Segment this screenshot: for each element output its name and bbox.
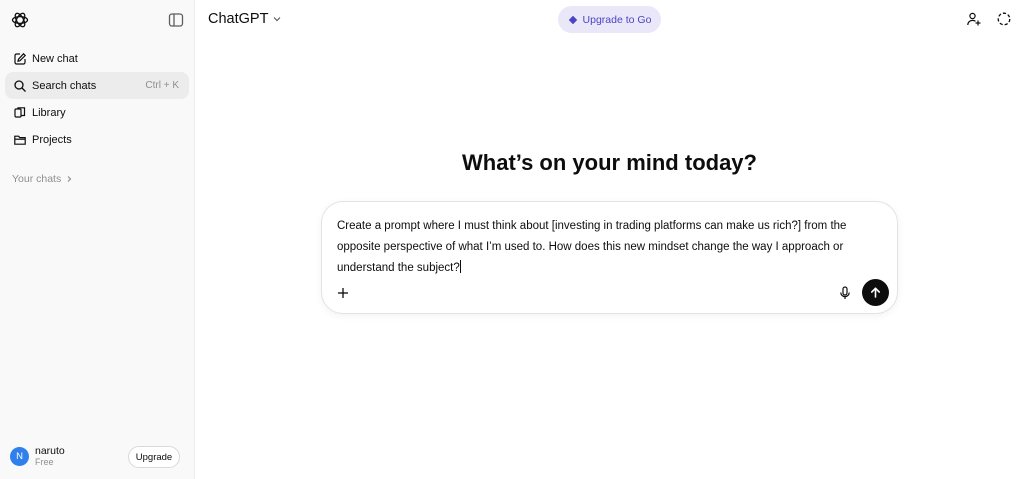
chatgpt-logo-icon[interactable]: [10, 10, 30, 30]
sidebar-item-projects[interactable]: Projects: [5, 126, 189, 153]
add-person-icon[interactable]: [966, 11, 982, 27]
upgrade-to-go-button[interactable]: Upgrade to Go: [558, 6, 661, 33]
library-icon: [13, 106, 27, 120]
main-area: ChatGPT Upgrade to Go What’s on your min…: [195, 0, 1024, 479]
section-label: Your chats: [12, 173, 62, 185]
sidebar-item-label: Library: [32, 106, 66, 119]
folder-icon: [13, 133, 27, 147]
upgrade-button[interactable]: Upgrade: [128, 446, 180, 468]
page-title: What’s on your mind today?: [462, 150, 757, 175]
prompt-text: Create a prompt where I must think about…: [337, 220, 847, 274]
send-button[interactable]: [862, 279, 889, 306]
sidebar-item-search-chats[interactable]: Search chats Ctrl + K: [5, 72, 189, 99]
app-window: New chat Search chats Ctrl + K Library P…: [0, 0, 1024, 479]
profile-name: naruto: [35, 445, 65, 458]
keyboard-shortcut: Ctrl + K: [145, 80, 179, 91]
sidebar-item-new-chat[interactable]: New chat: [5, 45, 189, 72]
arrow-up-icon: [871, 287, 880, 298]
compose-icon: [13, 52, 27, 66]
dictate-button[interactable]: [837, 285, 853, 301]
sidebar-item-label: Projects: [32, 133, 72, 146]
model-label: ChatGPT: [208, 11, 269, 27]
prompt-input[interactable]: Create a prompt where I must think about…: [337, 216, 882, 279]
sidebar-header: [0, 0, 194, 40]
sidebar-nav: New chat Search chats Ctrl + K Library P…: [0, 40, 194, 153]
plus-icon: [338, 288, 348, 298]
sidebar-item-label: New chat: [32, 52, 78, 65]
chevron-down-icon: [274, 17, 281, 22]
upgrade-to-go-label: Upgrade to Go: [582, 13, 652, 26]
profile-info: naruto Free: [35, 445, 65, 467]
sidebar-item-library[interactable]: Library: [5, 99, 189, 126]
search-icon: [13, 79, 27, 93]
profile-area[interactable]: N naruto Free Upgrade: [0, 434, 195, 479]
text-caret: [459, 260, 461, 273]
your-chats-toggle[interactable]: Your chats: [0, 173, 194, 185]
model-selector[interactable]: ChatGPT: [208, 11, 282, 27]
sidebar: New chat Search chats Ctrl + K Library P…: [0, 0, 195, 479]
prompt-composer[interactable]: Create a prompt where I must think about…: [321, 201, 898, 314]
sidebar-item-label: Search chats: [32, 79, 97, 92]
sidebar-toggle-icon[interactable]: [167, 11, 185, 29]
chevron-right-icon: [67, 176, 72, 182]
temporary-chat-icon[interactable]: [996, 11, 1012, 27]
add-attachment-button[interactable]: [335, 285, 351, 301]
microphone-icon: [840, 286, 850, 299]
profile-plan: Free: [35, 457, 54, 468]
avatar[interactable]: N: [10, 447, 29, 466]
diamond-icon: [568, 15, 577, 24]
